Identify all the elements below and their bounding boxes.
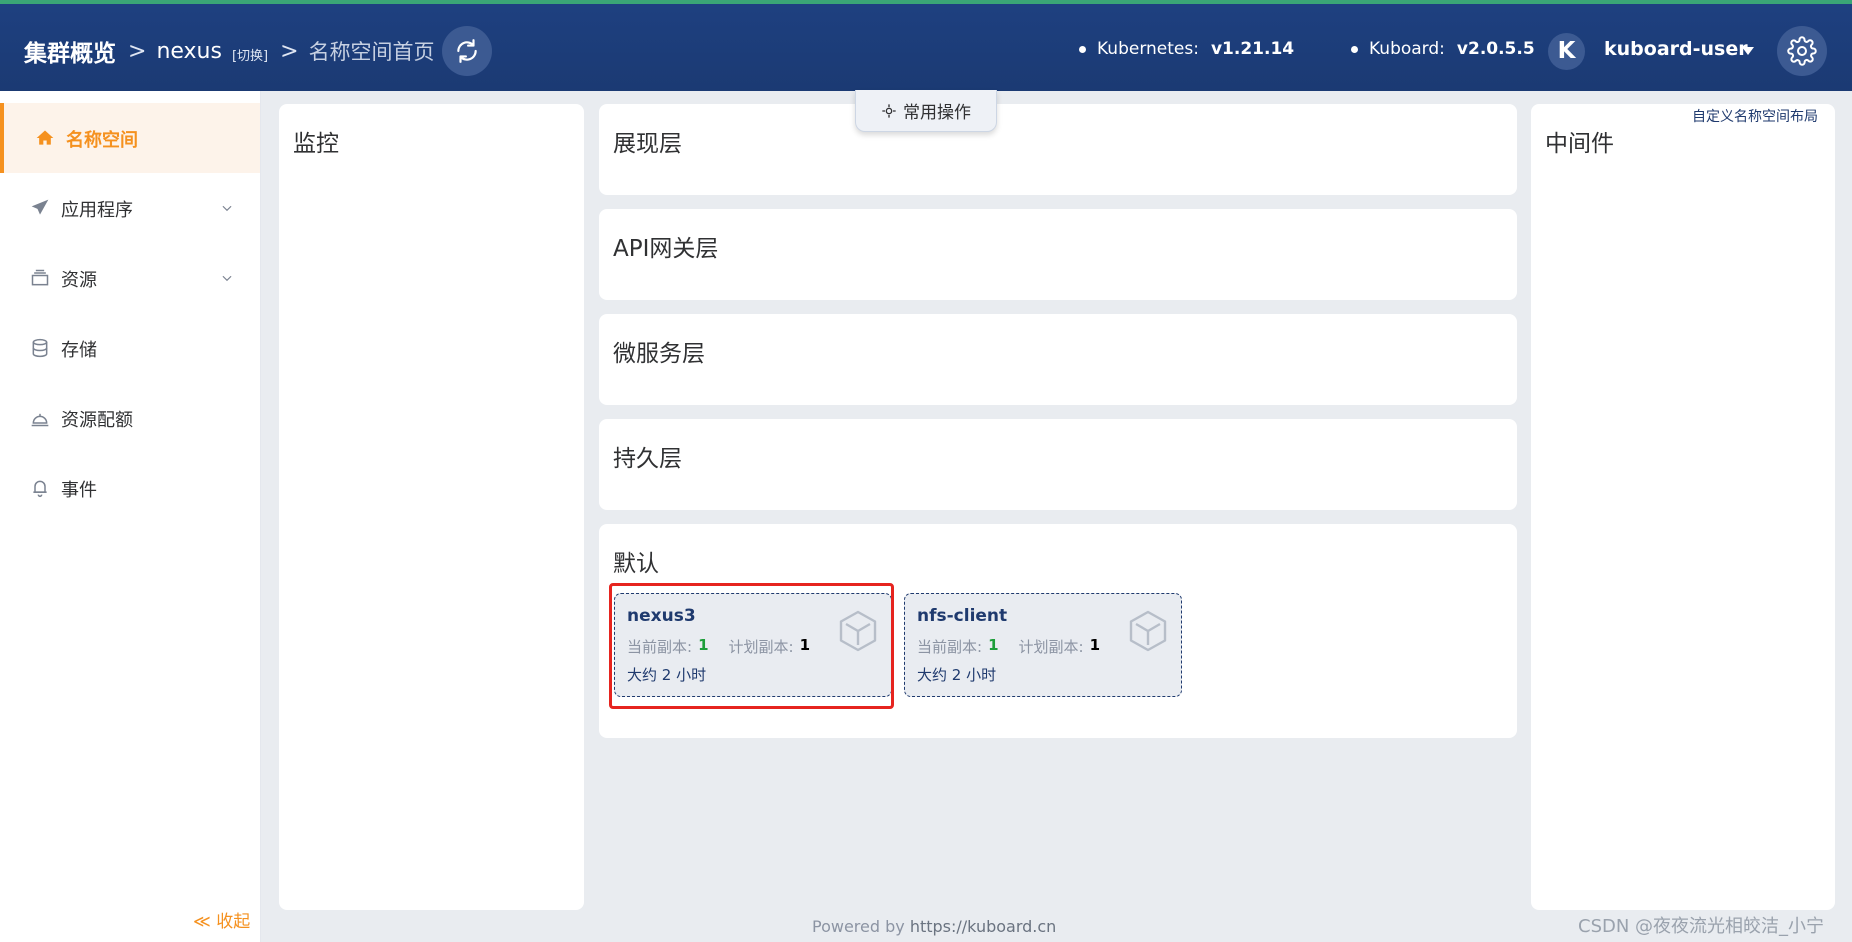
- kuboard-version-label: Kuboard:: [1369, 39, 1445, 59]
- kubernetes-version-value: v1.21.14: [1210, 39, 1295, 59]
- sidebar-item-label: 应用程序: [61, 200, 133, 221]
- sidebar-item-applications[interactable]: 应用程序: [0, 173, 260, 243]
- kubernetes-version: Kubernetes: v1.21.14: [1079, 39, 1294, 59]
- current-replicas-value: 1: [988, 636, 999, 654]
- bullet-icon: [1351, 45, 1358, 53]
- kubernetes-version-label: Kubernetes:: [1097, 39, 1199, 59]
- persistence-layer-panel: 持久层: [599, 419, 1517, 510]
- refresh-icon: [457, 39, 477, 63]
- current-replicas-label: 当前副本:: [917, 638, 983, 656]
- sidebar-item-label: 名称空间: [66, 130, 138, 151]
- breadcrumb-namespace[interactable]: nexus: [156, 39, 222, 64]
- chevron-down-icon: [222, 275, 232, 282]
- kuboard-version: Kuboard: v2.0.5.5: [1351, 39, 1535, 59]
- gear-icon: [1787, 36, 1817, 66]
- send-icon: [31, 199, 49, 215]
- top-header: 集群概览 > nexus [切换] > 名称空间首页 Kubernetes: v…: [0, 0, 1852, 91]
- switch-namespace-link[interactable]: [切换]: [232, 45, 268, 64]
- presentation-layer-title: 展现层: [613, 131, 682, 157]
- sidebar-item-resource-quota[interactable]: 资源配额: [0, 383, 260, 453]
- common-operations-label: 常用操作: [903, 103, 971, 123]
- footer-link[interactable]: https://kuboard.cn: [910, 917, 1057, 936]
- avatar[interactable]: K: [1548, 33, 1585, 70]
- bell-icon: [33, 480, 47, 498]
- workload-card-nfs-client[interactable]: nfs-client 当前副本: 1 计划副本: 1 大约 2 小时: [904, 593, 1182, 697]
- workload-name[interactable]: nfs-client: [917, 606, 1007, 626]
- layers-icon: [31, 269, 49, 286]
- api-gateway-layer-title: API网关层: [613, 236, 719, 262]
- chevron-down-icon: [222, 205, 232, 212]
- kuboard-version-value: v2.0.5.5: [1456, 39, 1535, 59]
- monitor-panel: 监控: [279, 104, 584, 910]
- caret-down-icon[interactable]: [1742, 47, 1754, 55]
- footer-powered-by: Powered by: [812, 917, 905, 936]
- breadcrumb-separator-icon: >: [128, 38, 147, 64]
- footer: Powered by https://kuboard.cn: [812, 917, 1056, 936]
- middleware-panel-title: 中间件: [1545, 131, 1614, 157]
- sidebar-item-resources[interactable]: 资源: [0, 243, 260, 313]
- sidebar-item-label: 存储: [61, 340, 97, 361]
- breadcrumb-cluster-link[interactable]: 集群概览: [24, 34, 116, 68]
- bullet-icon: [1079, 45, 1086, 53]
- cube-icon: [1129, 610, 1167, 652]
- watermark: CSDN @夜夜流光相皎洁_小宁: [1578, 916, 1825, 937]
- middleware-panel: 中间件: [1531, 104, 1835, 910]
- microservice-layer-title: 微服务层: [613, 341, 705, 367]
- planned-replicas-value: 1: [1089, 636, 1100, 654]
- sidebar-item-events[interactable]: 事件: [0, 453, 260, 523]
- workload-replicas: 当前副本: 1 计划副本: 1: [917, 636, 1100, 657]
- home-icon: [36, 130, 54, 145]
- user-menu[interactable]: kuboard-user: [1604, 38, 1748, 60]
- api-gateway-layer-panel: API网关层: [599, 209, 1517, 300]
- workload-age: 大约 2 小时: [917, 666, 997, 684]
- sidebar: 名称空间 应用程序 资源 存储 资源配额 事件 ≪ 收起: [0, 91, 261, 942]
- breadcrumb-separator-icon: >: [280, 38, 299, 64]
- collapse-sidebar-button[interactable]: ≪ 收起: [193, 907, 250, 932]
- breadcrumb-current-page: 名称空间首页: [308, 40, 435, 64]
- breadcrumb: 集群概览 > nexus [切换] > 名称空间首页: [24, 34, 435, 68]
- operations-icon: [882, 103, 896, 118]
- sidebar-item-namespace[interactable]: 名称空间: [0, 103, 260, 173]
- database-icon: [32, 338, 48, 358]
- presentation-layer-panel: 展现层: [599, 104, 1517, 195]
- refresh-button[interactable]: [442, 26, 492, 76]
- highlight-box: [609, 583, 894, 709]
- planned-replicas-label: 计划副本:: [1018, 638, 1084, 656]
- sidebar-item-label: 资源: [61, 270, 97, 291]
- sidebar-item-storage[interactable]: 存储: [0, 313, 260, 383]
- sidebar-item-label: 事件: [61, 480, 97, 501]
- default-layer-title: 默认: [613, 551, 659, 577]
- microservice-layer-panel: 微服务层: [599, 314, 1517, 405]
- custom-namespace-layout-link[interactable]: 自定义名称空间布局: [1692, 106, 1818, 126]
- settings-button[interactable]: [1777, 26, 1827, 76]
- sidebar-item-label: 资源配额: [61, 410, 133, 431]
- persistence-layer-title: 持久层: [613, 446, 682, 472]
- common-operations-button[interactable]: 常用操作: [855, 90, 997, 132]
- monitor-panel-title: 监控: [293, 131, 339, 157]
- bell-service-icon: [31, 413, 49, 427]
